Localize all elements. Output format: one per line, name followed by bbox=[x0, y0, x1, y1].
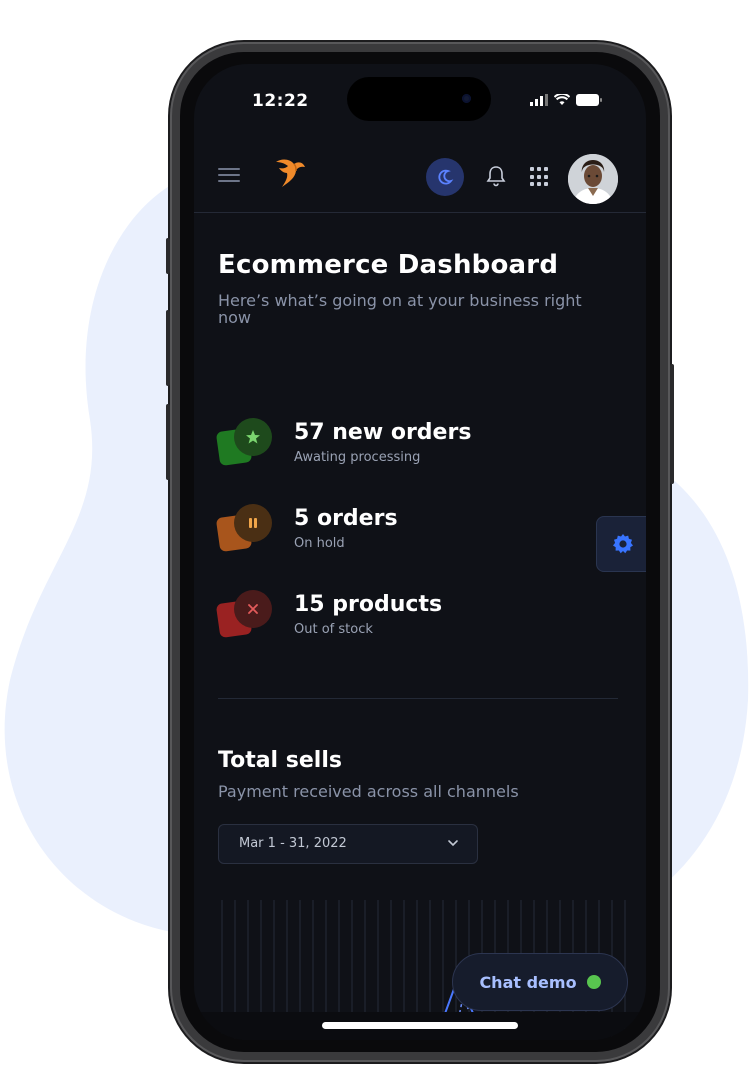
star-icon bbox=[234, 418, 272, 456]
dynamic-island bbox=[347, 77, 491, 121]
phone-power-button bbox=[670, 364, 674, 484]
section-subtitle: Payment received across all channels bbox=[218, 782, 519, 801]
phone-frame: 12:22 Ecommerce Dashboard Here’s what’s … bbox=[166, 42, 674, 1062]
status-icons bbox=[530, 94, 602, 106]
chevron-down-icon bbox=[448, 840, 458, 847]
page-title: Ecommerce Dashboard bbox=[218, 250, 559, 280]
section-title: Total sells bbox=[218, 748, 342, 773]
front-camera bbox=[462, 94, 471, 103]
top-navbar bbox=[194, 150, 646, 213]
stat-label: 5 orders bbox=[294, 506, 398, 531]
phone-volume-down-button bbox=[166, 404, 170, 480]
grid-icon[interactable] bbox=[530, 167, 550, 187]
wifi-icon bbox=[554, 94, 570, 105]
section-divider bbox=[218, 698, 618, 699]
battery-icon bbox=[576, 94, 602, 106]
online-status-dot bbox=[586, 975, 601, 989]
stat-label: 15 products bbox=[294, 592, 443, 617]
brand-logo[interactable] bbox=[272, 156, 308, 190]
stat-sub: Awating processing bbox=[294, 450, 421, 465]
date-range-select[interactable]: Mar 1 - 31, 2022 bbox=[218, 824, 478, 864]
home-indicator[interactable] bbox=[322, 1022, 518, 1029]
moon-icon bbox=[438, 169, 454, 185]
close-icon bbox=[234, 590, 272, 628]
phone-volume-up-button bbox=[166, 310, 170, 386]
gear-icon bbox=[613, 534, 633, 554]
pause-icon bbox=[234, 504, 272, 542]
stat-label: 57 new orders bbox=[294, 420, 472, 445]
hamburger-icon[interactable] bbox=[218, 168, 240, 184]
chat-demo-label: Chat demo bbox=[479, 972, 577, 992]
stat-new-orders[interactable]: 57 new orders Awating processing bbox=[215, 418, 618, 482]
status-time: 12:22 bbox=[252, 91, 309, 111]
chat-demo-button[interactable]: Chat demo bbox=[452, 953, 628, 1011]
page-subtitle: Here’s what’s going on at your business … bbox=[218, 291, 582, 327]
theme-toggle-button[interactable] bbox=[426, 158, 464, 196]
status-bar: 12:22 bbox=[194, 64, 646, 134]
date-range-value: Mar 1 - 31, 2022 bbox=[239, 836, 347, 851]
bell-icon[interactable] bbox=[486, 165, 506, 187]
avatar[interactable] bbox=[568, 154, 618, 204]
stat-out-of-stock[interactable]: 15 products Out of stock bbox=[215, 590, 618, 654]
phone-side-button bbox=[166, 238, 170, 274]
avatar-image bbox=[568, 154, 618, 204]
settings-button[interactable] bbox=[596, 516, 646, 572]
stat-sub: On hold bbox=[294, 536, 345, 551]
stat-on-hold[interactable]: 5 orders On hold bbox=[215, 504, 618, 568]
signal-icon bbox=[530, 94, 548, 106]
phone-screen: 12:22 Ecommerce Dashboard Here’s what’s … bbox=[194, 64, 646, 1040]
stat-sub: Out of stock bbox=[294, 622, 373, 637]
